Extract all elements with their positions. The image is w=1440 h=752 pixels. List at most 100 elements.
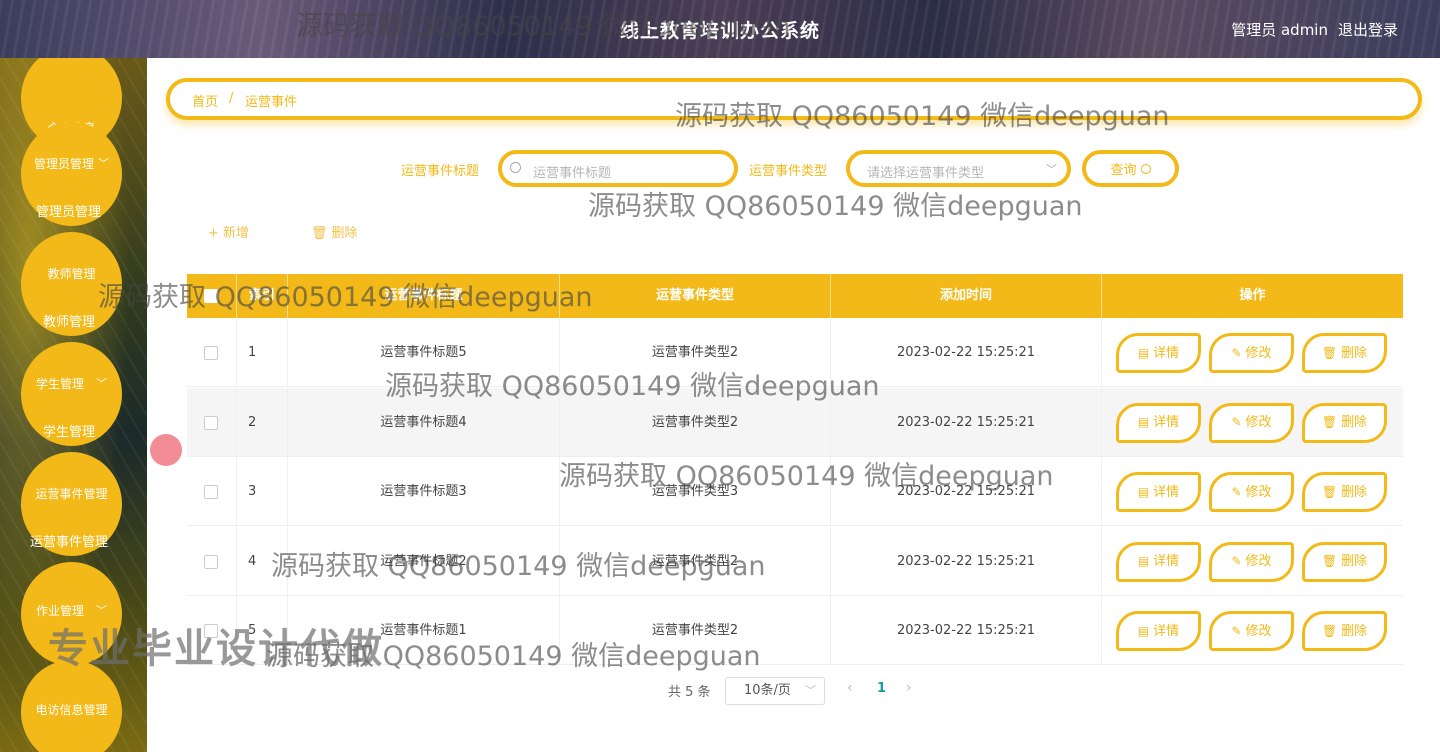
edit-button-label: 修改 <box>1245 484 1272 500</box>
detail-button-label: 详情 <box>1153 415 1180 430</box>
detail-button[interactable]: ▤ 详情 <box>1116 611 1201 651</box>
row-checkbox[interactable] <box>204 485 218 499</box>
delete-button-label: 删除 <box>1341 484 1368 500</box>
document-icon: ▤ <box>1137 623 1150 638</box>
edit-button[interactable]: ✎ 修改 <box>1209 402 1294 443</box>
row-checkbox[interactable] <box>204 554 218 569</box>
search-type-placeholder: 请选择运营事件类型 <box>867 166 985 181</box>
pencil-icon: ✎ <box>1231 345 1242 360</box>
row-time: 2023-02-22 15:25:21 <box>831 526 1102 596</box>
sidebar-item-label: 学生管理 <box>35 376 84 391</box>
detail-button-label: 详情 <box>1153 554 1180 569</box>
sidebar-subitem-admin[interactable]: 管理员管理 <box>36 201 101 220</box>
row-actions: ▤ 详情 ✎ 修改 🗑 删除 <box>1102 596 1403 665</box>
select-all-checkbox[interactable] <box>204 289 218 303</box>
table-row: 3 运营事件标题3 运营事件类型3 2023-02-22 15:25:21 ▤ 详情 ✎ 修改… <box>187 457 1403 526</box>
search-icon <box>1140 163 1151 174</box>
row-time: 2023-02-22 15:25:21 <box>831 457 1102 526</box>
edit-button-label: 修改 <box>1245 345 1272 361</box>
row-index: 4 <box>237 526 288 596</box>
row-actions: ▤ 详情 ✎ 修改 🗑 删除 <box>1102 388 1403 457</box>
app-title: 线上教育培训办公系统 <box>619 20 820 42</box>
page-size-select[interactable]: 10条/页 ﹀ <box>725 677 825 705</box>
row-checkbox[interactable] <box>204 415 218 430</box>
sidebar-subitem-teacher[interactable]: 教师管理 <box>43 311 95 330</box>
row-type: 运营事件类型3 <box>560 457 831 526</box>
detail-button[interactable]: ▤ 详情 <box>1116 541 1201 582</box>
pencil-icon: ✎ <box>1231 623 1242 638</box>
sidebar-subitem-student[interactable]: 学生管理 <box>43 421 95 440</box>
pencil-icon: ✎ <box>1231 415 1242 429</box>
trash-icon: 🗑 <box>1321 623 1338 638</box>
delete-button[interactable]: 🗑 删除 <box>1302 333 1387 373</box>
next-page-button[interactable]: › <box>906 680 912 696</box>
query-button[interactable]: 查询 <box>1082 150 1179 187</box>
delete-button-label: 删除 <box>1341 415 1368 430</box>
document-icon: ▤ <box>1137 554 1150 568</box>
delete-button[interactable]: 🗑 删除 <box>1302 472 1387 512</box>
edit-button-label: 修改 <box>1245 554 1272 569</box>
detail-button[interactable]: ▤ 详情 <box>1116 333 1201 373</box>
breadcrumb: 首页 / 运营事件 <box>166 78 1422 120</box>
row-time: 2023-02-22 15:25:21 <box>831 596 1102 665</box>
chevron-down-icon: ﹀ <box>1046 163 1057 176</box>
table-header: 索引 运营事件标题 运营事件类型 添加时间 操作 <box>187 274 1403 318</box>
pagination-total: 共 5 条 <box>668 685 711 700</box>
table-header-title[interactable]: 运营事件标题 <box>288 274 560 318</box>
table-header-type[interactable]: 运营事件类型 <box>560 274 831 318</box>
edit-button[interactable]: ✎ 修改 <box>1209 611 1294 651</box>
document-icon: ▤ <box>1137 415 1150 429</box>
detail-button-label: 详情 <box>1153 623 1180 639</box>
sidebar-subitem-operation-event[interactable]: 运营事件管理 <box>30 531 108 550</box>
add-button[interactable]: + 新增 <box>208 222 249 241</box>
delete-button-label: 删除 <box>1341 345 1368 361</box>
table-header-time[interactable]: 添加时间 <box>831 274 1102 318</box>
search-type-label: 运营事件类型 <box>749 164 828 179</box>
row-type: 运营事件类型2 <box>560 387 831 457</box>
page-size-value: 10条/页 <box>744 683 791 698</box>
current-user: 管理员 admin <box>1231 21 1328 39</box>
breadcrumb-home[interactable]: 首页 <box>192 91 218 110</box>
row-select-cell <box>187 457 237 526</box>
detail-button[interactable]: ▤ 详情 <box>1116 402 1201 443</box>
row-title: 运营事件标题4 <box>288 387 560 457</box>
edit-button-label: 修改 <box>1245 415 1272 430</box>
search-title-input[interactable]: 运营事件标题 <box>498 150 738 187</box>
batch-delete-button[interactable]: 🗑 删除 <box>311 222 358 241</box>
trash-icon: 🗑 <box>1321 345 1338 360</box>
pencil-icon: ✎ <box>1231 554 1242 568</box>
edit-button[interactable]: ✎ 修改 <box>1209 333 1294 373</box>
delete-button-label: 删除 <box>1341 623 1368 639</box>
logout-link[interactable]: 退出登录 <box>1338 19 1398 40</box>
row-title: 运营事件标题3 <box>288 457 560 526</box>
search-title-label: 运营事件标题 <box>401 164 480 179</box>
row-index: 3 <box>237 457 288 526</box>
delete-button[interactable]: 🗑 删除 <box>1302 541 1387 582</box>
prev-page-button[interactable]: ‹ <box>847 680 853 696</box>
row-index: 2 <box>237 387 288 457</box>
table-row: 1 运营事件标题5 运营事件类型2 2023-02-22 15:25:21 ▤ 详情 ✎ 修改… <box>187 318 1403 387</box>
row-type: 运营事件类型2 <box>560 526 831 596</box>
page-number-current[interactable]: 1 <box>877 681 886 696</box>
row-time: 2023-02-22 15:25:21 <box>831 387 1102 457</box>
search-icon <box>510 162 521 173</box>
pencil-icon: ✎ <box>1231 484 1242 499</box>
delete-button[interactable]: 🗑 删除 <box>1302 611 1387 651</box>
chevron-down-icon: ﹀ <box>805 684 816 697</box>
detail-button[interactable]: ▤ 详情 <box>1116 472 1201 512</box>
cursor-highlight <box>150 434 182 466</box>
sidebar-item-label: 管理员管理 <box>33 156 94 171</box>
watermark-text: 源码获取 QQ86050149 微信deepguan <box>588 191 1083 222</box>
row-time: 2023-02-22 15:25:21 <box>831 318 1102 387</box>
chevron-down-icon: ﹀ <box>98 157 109 170</box>
edit-button[interactable]: ✎ 修改 <box>1209 472 1294 512</box>
table-row: 4 运营事件标题2 运营事件类型2 2023-02-22 15:25:21 ▤ 详情 ✎ 修改… <box>187 526 1403 596</box>
row-checkbox[interactable] <box>204 346 218 360</box>
trash-icon: 🗑 <box>1321 554 1338 568</box>
plus-icon: + <box>208 226 219 241</box>
search-type-select[interactable]: 请选择运营事件类型 ﹀ <box>846 150 1071 187</box>
delete-button[interactable]: 🗑 删除 <box>1302 402 1387 443</box>
edit-button[interactable]: ✎ 修改 <box>1209 541 1294 582</box>
document-icon: ▤ <box>1137 345 1150 360</box>
document-icon: ▤ <box>1137 484 1150 499</box>
